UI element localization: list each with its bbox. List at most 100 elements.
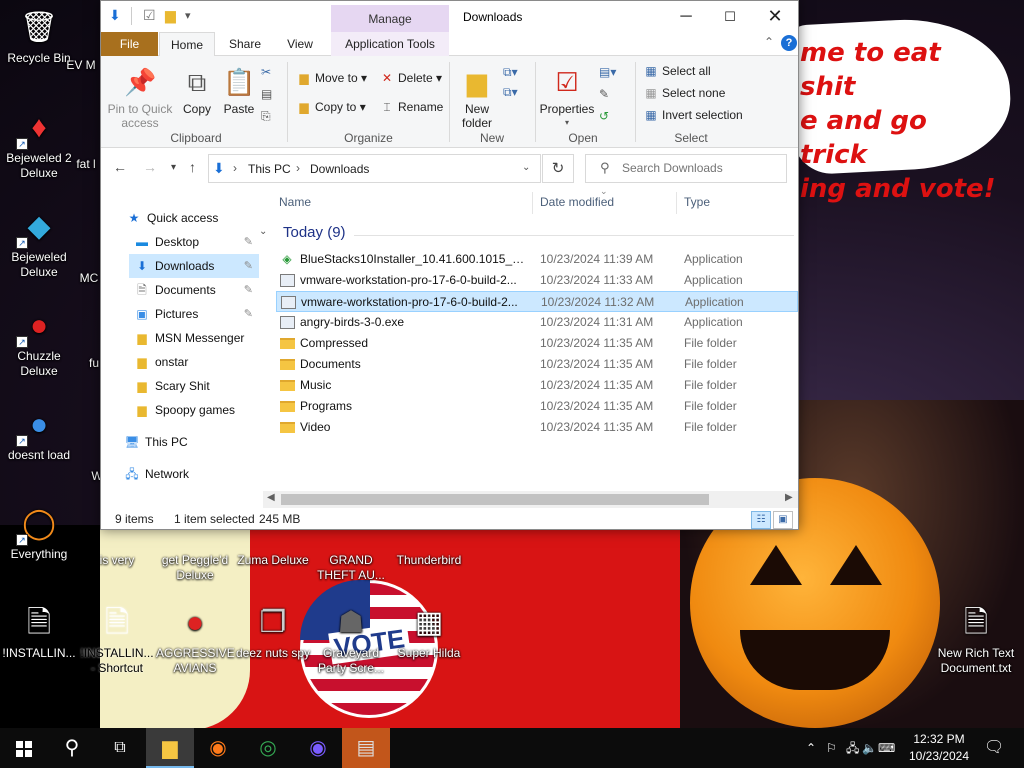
desktop-icon-thunderbird[interactable]: Thunderbird	[390, 553, 468, 568]
easy-access-icon[interactable]: ⧉▾	[503, 84, 518, 100]
desktop-icon-installing[interactable]: 🗎 !INSTALLIN...	[0, 603, 78, 661]
folder-row[interactable]: Music 10/23/2024 11:35 AM File folder	[276, 375, 798, 396]
desktop-icon-deez-nuts[interactable]: ❐ deez nuts spy	[234, 603, 312, 661]
pin-to-quick-access-button[interactable]: 📌 Pin to Quick access	[107, 66, 173, 130]
paste-button[interactable]: 📋 Paste	[219, 66, 259, 116]
file-row[interactable]: vmware-workstation-pro-17-6-0-build-2...…	[276, 270, 798, 291]
tray-app-icon[interactable]: ⚐	[826, 728, 837, 768]
tab-view[interactable]: View	[275, 32, 325, 56]
copy-button[interactable]: ⧉ Copy	[177, 66, 217, 116]
file-row[interactable]: ◈ BlueStacks10Installer_10.41.600.1015_n…	[276, 249, 798, 270]
scroll-right-icon[interactable]: ▶	[785, 492, 793, 503]
search-box[interactable]: ⚲	[585, 154, 787, 183]
up-button[interactable]: ↑	[189, 159, 196, 175]
tray-overflow-icon[interactable]: ⌃	[806, 728, 816, 768]
maximize-button[interactable]: ☐	[707, 1, 753, 32]
desktop-icon-new-rich-text[interactable]: 🗎 New Rich Text Document.txt	[936, 603, 1016, 676]
folder-row[interactable]: Compressed 10/23/2024 11:35 AM File fold…	[276, 333, 798, 354]
scroll-left-icon[interactable]: ◀	[267, 492, 275, 503]
properties-qat-icon[interactable]: ☑	[143, 7, 156, 24]
large-icons-view-icon[interactable]: ▣	[773, 511, 793, 529]
nav-item-documents[interactable]: 🗎 Documents ✎	[129, 278, 259, 302]
qat-dropdown-icon[interactable]: ▾	[185, 9, 191, 22]
move-to-button[interactable]: ▆ Move to ▾	[296, 70, 367, 86]
nav-item-scary-shit[interactable]: ▆ Scary Shit	[129, 374, 259, 398]
desktop-icon-gta[interactable]: GRAND THEFT AU...	[312, 553, 390, 583]
file-row-selected[interactable]: vmware-workstation-pro-17-6-0-build-2...…	[276, 291, 798, 312]
horizontal-scrollbar[interactable]: ◀ ▶	[263, 491, 798, 508]
folder-row[interactable]: Programs 10/23/2024 11:35 AM File folder	[276, 396, 798, 417]
notification-center-icon[interactable]: 🗨	[984, 728, 1004, 768]
desktop-icon-super-hilda[interactable]: ▦ Super Hilda	[390, 603, 468, 661]
new-folder-button[interactable]: ▆ New folder	[453, 66, 501, 130]
nav-item-spoopy-games[interactable]: ▆ Spoopy games	[129, 398, 259, 422]
desktop-icon-is-very[interactable]: is very	[78, 553, 156, 568]
tab-home[interactable]: Home	[159, 32, 215, 57]
delete-button[interactable]: ✕ Delete ▾	[379, 70, 442, 86]
volume-icon[interactable]: 🔈	[862, 728, 877, 768]
nav-item-msn-messenger[interactable]: ▆ MSN Messenger	[129, 326, 259, 350]
nav-item-quick-access[interactable]: ★ Quick access	[125, 206, 259, 230]
copy-path-icon[interactable]: ▤	[261, 86, 272, 102]
new-folder-qat-icon[interactable]: ▆	[165, 7, 176, 24]
taskbar-installer[interactable]: ▤	[342, 728, 390, 768]
nav-item-network[interactable]: 🖧 Network	[123, 462, 259, 486]
tab-file[interactable]: File	[101, 32, 158, 56]
copy-to-button[interactable]: ▆ Copy to ▾	[296, 99, 365, 115]
group-header-today[interactable]: Today (9)	[283, 224, 346, 241]
nav-item-onstar[interactable]: ▆ onstar	[129, 350, 259, 374]
search-button[interactable]: ⚲	[48, 728, 96, 768]
column-header-date[interactable]: Date modified	[540, 195, 614, 209]
folder-row[interactable]: Video 10/23/2024 11:35 AM File folder	[276, 417, 798, 438]
scrollbar-thumb[interactable]	[281, 494, 709, 505]
breadcrumb-this-pc[interactable]: This PC	[248, 162, 291, 176]
select-none-button[interactable]: ▦ Select none	[643, 85, 725, 101]
search-input[interactable]	[622, 161, 782, 175]
desktop-icon-everything[interactable]: ◯ ↗ Everything	[0, 504, 78, 562]
desktop-icon-graveyard-party[interactable]: ☗ Graveyard Party Scre...	[312, 603, 390, 676]
rename-button[interactable]: ⌶ Rename	[379, 99, 443, 115]
properties-button[interactable]: ☑ Properties ▾	[539, 66, 595, 130]
open-icon[interactable]: ▤▾	[599, 64, 616, 80]
taskbar-chrome[interactable]: ◎	[244, 728, 292, 768]
desktop-icon-peggle[interactable]: get Peggle'd Deluxe	[156, 553, 234, 583]
nav-item-pictures[interactable]: ▣ Pictures ✎	[129, 302, 259, 326]
new-item-icon[interactable]: ⧉▾	[503, 64, 518, 80]
refresh-button[interactable]: ↻	[542, 154, 574, 183]
help-icon[interactable]: ?	[781, 35, 797, 51]
recent-locations-button[interactable]: ▾	[171, 162, 176, 173]
quick-access-download-icon[interactable]: ⬇	[109, 7, 121, 24]
address-bar[interactable]: ⬇ › This PC › Downloads ⌄	[208, 154, 541, 183]
desktop-icon-partial-ev[interactable]: EV M	[56, 58, 106, 73]
keyboard-icon[interactable]: ⌨	[878, 728, 895, 768]
paste-shortcut-icon[interactable]: ⎘	[261, 108, 271, 124]
breadcrumb-downloads[interactable]: Downloads	[310, 162, 369, 176]
desktop-icon-bejeweled[interactable]: ◆ ↗ Bejeweled Deluxe	[0, 207, 78, 280]
tab-share[interactable]: Share	[219, 32, 271, 56]
desktop-icon-zuma[interactable]: Zuma Deluxe	[234, 553, 312, 568]
cut-icon[interactable]: ✂	[261, 64, 271, 80]
desktop-icon-chuzzle[interactable]: ● ↗ Chuzzle Deluxe	[0, 306, 78, 379]
back-button[interactable]: ←	[113, 159, 127, 175]
group-collapse-icon[interactable]: ⌄	[259, 226, 267, 237]
nav-item-desktop[interactable]: ▬ Desktop ✎	[129, 230, 259, 254]
details-view-icon[interactable]: ☷	[751, 511, 771, 529]
history-icon[interactable]: ↺	[599, 108, 609, 124]
taskbar-firefox-nightly[interactable]: ◉	[294, 728, 342, 768]
desktop-icon-aggressive-avians[interactable]: ● AGGRESSIVE AVIANS	[156, 603, 235, 676]
collapse-ribbon-icon[interactable]: ⌃	[764, 35, 774, 49]
nav-item-this-pc[interactable]: 🖥 This PC	[123, 430, 259, 454]
address-dropdown-icon[interactable]: ⌄	[522, 162, 530, 173]
nav-item-downloads[interactable]: ⬇ Downloads ✎	[129, 254, 259, 278]
close-button[interactable]: ✕	[752, 1, 798, 32]
network-icon[interactable]: 🖧	[846, 728, 859, 768]
folder-row[interactable]: Documents 10/23/2024 11:35 AM File folde…	[276, 354, 798, 375]
start-button[interactable]	[0, 728, 48, 768]
tab-application-tools[interactable]: Application Tools	[331, 32, 449, 56]
file-row[interactable]: angry-birds-3-0.exe 10/23/2024 11:31 AM …	[276, 312, 798, 333]
invert-selection-button[interactable]: ▦ Invert selection	[643, 107, 742, 123]
task-view-button[interactable]: ⧉	[96, 728, 144, 768]
column-header-type[interactable]: Type	[684, 195, 710, 209]
clock[interactable]: 12:32 PM 10/23/2024	[904, 731, 974, 765]
taskbar-file-explorer[interactable]: ▆	[146, 728, 194, 768]
